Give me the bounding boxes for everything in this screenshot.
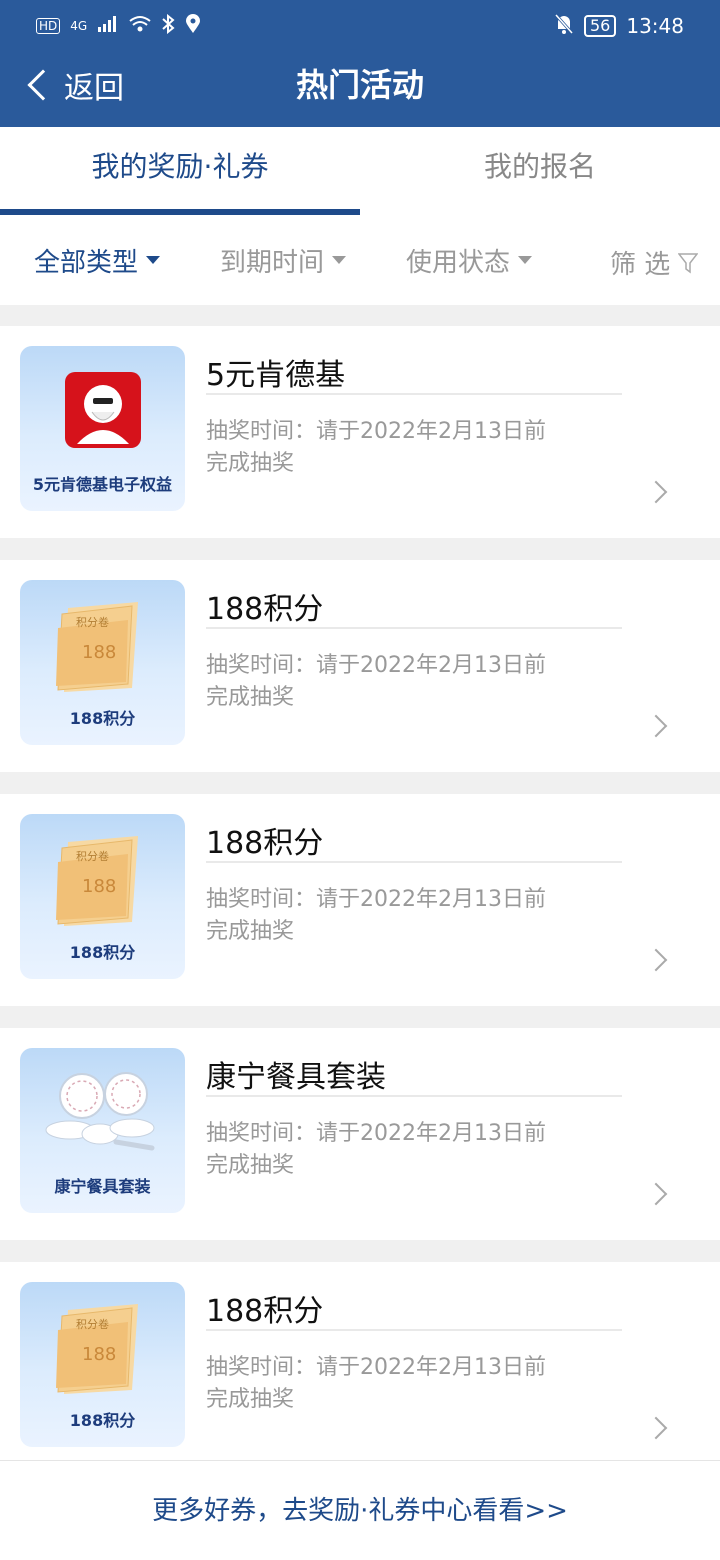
- chevron-right-icon: [644, 714, 668, 738]
- item-thumbnail: 积分卷 188 188积分: [20, 580, 185, 745]
- divider: [206, 393, 622, 395]
- list-item[interactable]: 康宁餐具套装 康宁餐具套装 抽奖时间：请于2022年2月13日前 完成抽奖: [0, 1028, 720, 1240]
- status-time: 13:48: [626, 14, 684, 38]
- item-thumbnail: 康宁餐具套装: [20, 1048, 185, 1213]
- status-left: HD 4G: [36, 13, 201, 39]
- list-item[interactable]: 5元肯德基电子权益 5元肯德基 抽奖时间：请于2022年2月13日前 完成抽奖: [0, 326, 720, 538]
- ticket-number: 188: [82, 876, 116, 897]
- thumbnail-caption: 188积分: [69, 1411, 136, 1430]
- item-thumbnail: 5元肯德基电子权益: [20, 346, 185, 511]
- ticket-head: 积分卷: [76, 849, 109, 863]
- item-title: 康宁餐具套装: [206, 1060, 386, 1095]
- list-item[interactable]: 积分卷 188 188积分 188积分 抽奖时间：请于2022年2月13日前 完…: [0, 560, 720, 772]
- chevron-right-icon: [644, 480, 668, 504]
- app-header: HD 4G 56 13:48 返回 热门活动: [0, 0, 720, 127]
- draw-deadline: 抽奖时间：请于2022年2月13日前: [206, 1355, 546, 1380]
- item-description: 抽奖时间：请于2022年2月13日前 完成抽奖: [206, 416, 586, 480]
- filter-expiry-label: 到期时间: [220, 247, 325, 278]
- filter-screen[interactable]: 筛 选: [610, 244, 699, 281]
- filter-bar: 全部类型 到期时间 使用状态 筛 选: [0, 215, 720, 305]
- tab-my-rewards[interactable]: 我的奖励·礼券: [0, 127, 360, 215]
- caret-down-icon: [332, 256, 347, 264]
- thumbnail-caption: 188积分: [69, 943, 136, 962]
- wifi-icon: [129, 14, 151, 38]
- draw-deadline: 抽奖时间：请于2022年2月13日前: [206, 887, 546, 912]
- ticket-number: 188: [82, 642, 116, 663]
- item-title: 188积分: [206, 1294, 324, 1329]
- draw-note: 完成抽奖: [206, 451, 295, 476]
- status-right: 56 13:48: [554, 13, 684, 40]
- ticket-number: 188: [82, 1344, 116, 1365]
- ticket-head: 积分卷: [76, 1317, 109, 1331]
- item-thumbnail: 积分卷 188 188积分: [20, 814, 185, 979]
- draw-note: 完成抽奖: [206, 1153, 295, 1178]
- filter-expiry[interactable]: 到期时间: [220, 242, 347, 279]
- draw-note: 完成抽奖: [206, 919, 295, 944]
- draw-deadline: 抽奖时间：请于2022年2月13日前: [206, 653, 546, 678]
- draw-deadline: 抽奖时间：请于2022年2月13日前: [206, 419, 546, 444]
- item-thumbnail: 积分卷 188 188积分: [20, 1282, 185, 1447]
- battery-indicator: 56: [584, 15, 617, 37]
- item-description: 抽奖时间：请于2022年2月13日前 完成抽奖: [206, 1352, 586, 1416]
- caret-down-icon: [518, 256, 533, 264]
- filter-status-label: 使用状态: [406, 247, 511, 278]
- thumbnail-caption: 5元肯德基电子权益: [32, 475, 173, 494]
- signal-icon: [97, 14, 119, 38]
- divider: [206, 627, 622, 629]
- filter-screen-label: 筛 选: [610, 250, 671, 280]
- item-title: 188积分: [206, 826, 324, 861]
- tab-bar: 我的奖励·礼券 我的报名: [0, 127, 720, 215]
- bluetooth-icon: [161, 13, 175, 39]
- funnel-icon: [678, 252, 699, 273]
- more-coupons-link[interactable]: 更多好券，去奖励·礼券中心看看>>: [0, 1460, 720, 1560]
- divider: [206, 1329, 622, 1331]
- item-title: 188积分: [206, 592, 324, 627]
- list-item[interactable]: 积分卷 188 188积分 188积分 抽奖时间：请于2022年2月13日前 完…: [0, 1262, 720, 1474]
- status-bar: HD 4G 56 13:48: [0, 0, 720, 52]
- chevron-right-icon: [644, 1182, 668, 1206]
- chevron-right-icon: [644, 1416, 668, 1440]
- divider: [206, 861, 622, 863]
- thumbnail-caption: 康宁餐具套装: [54, 1177, 151, 1196]
- ticket-head: 积分卷: [76, 615, 109, 629]
- caret-down-icon: [146, 256, 161, 264]
- draw-note: 完成抽奖: [206, 1387, 295, 1412]
- list-item[interactable]: 积分卷 188 188积分 188积分 抽奖时间：请于2022年2月13日前 完…: [0, 794, 720, 1006]
- filter-type-label: 全部类型: [34, 247, 139, 278]
- filter-status[interactable]: 使用状态: [406, 242, 533, 279]
- draw-note: 完成抽奖: [206, 685, 295, 710]
- item-title: 5元肯德基: [206, 358, 346, 393]
- item-description: 抽奖时间：请于2022年2月13日前 完成抽奖: [206, 650, 586, 714]
- draw-deadline: 抽奖时间：请于2022年2月13日前: [206, 1121, 546, 1146]
- item-description: 抽奖时间：请于2022年2月13日前 完成抽奖: [206, 884, 586, 948]
- thumbnail-caption: 188积分: [69, 709, 136, 728]
- nav-bar: 返回 热门活动: [0, 52, 720, 127]
- hd-icon: HD: [36, 18, 61, 34]
- network-label: 4G: [70, 19, 88, 33]
- item-description: 抽奖时间：请于2022年2月13日前 完成抽奖: [206, 1118, 586, 1182]
- page-title: 热门活动: [295, 66, 424, 104]
- location-icon: [185, 13, 201, 39]
- filter-type[interactable]: 全部类型: [34, 242, 161, 279]
- mute-bell-icon: [554, 13, 574, 40]
- divider: [206, 1095, 622, 1097]
- chevron-right-icon: [644, 948, 668, 972]
- tab-my-signups[interactable]: 我的报名: [360, 127, 720, 215]
